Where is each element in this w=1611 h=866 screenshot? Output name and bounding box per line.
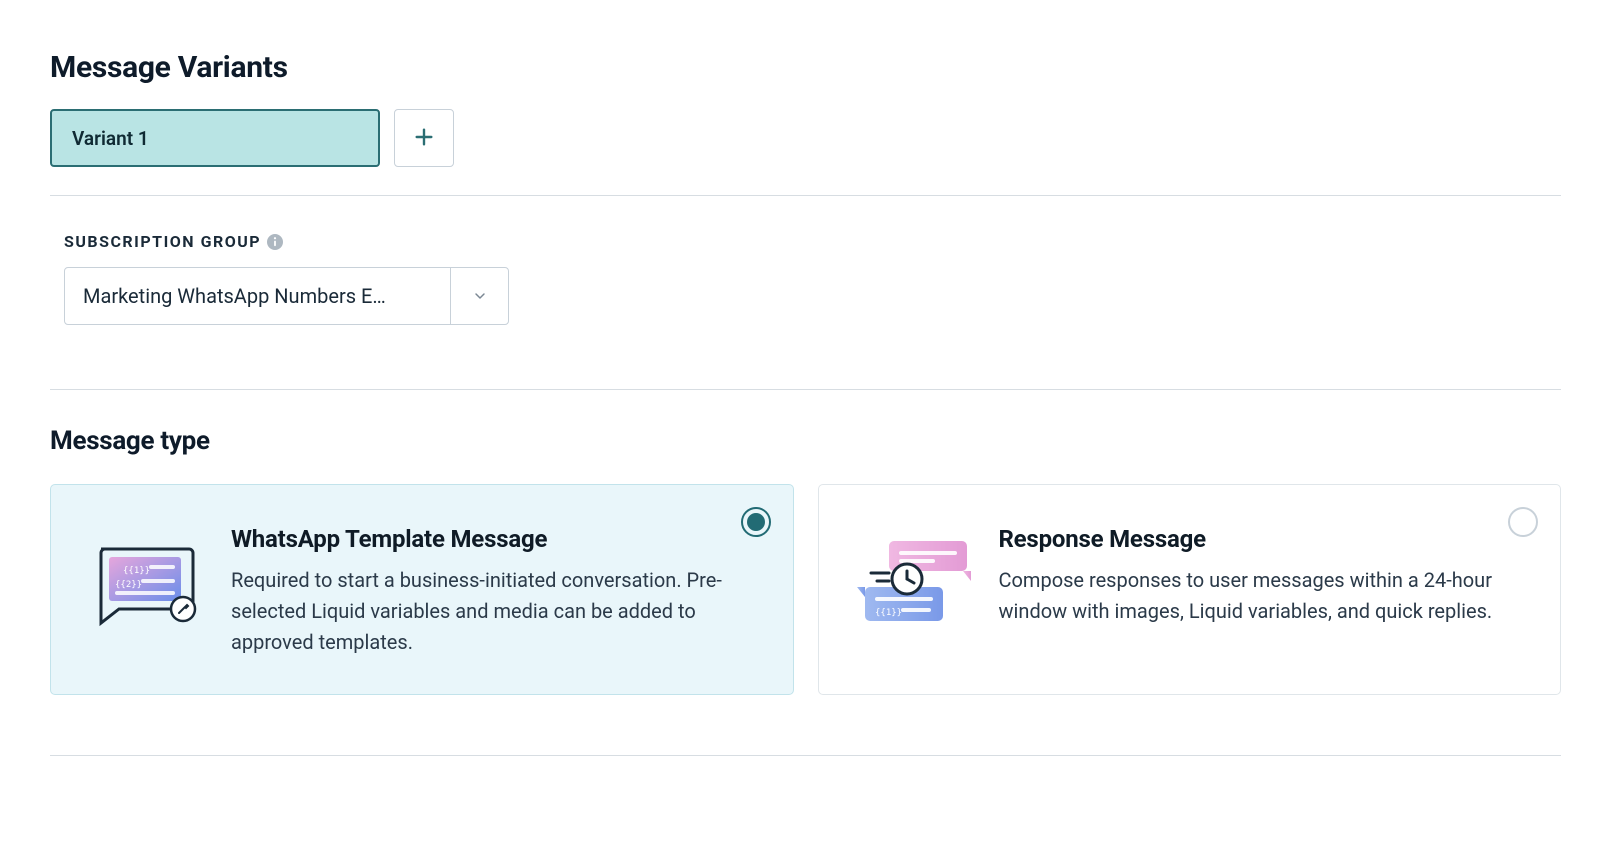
message-type-option-response[interactable]: {{1}} Response Message Compose responses…	[818, 484, 1562, 695]
svg-text:{{1}}: {{1}}	[123, 566, 150, 576]
card-description: Compose responses to user messages withi…	[999, 565, 1525, 627]
divider	[50, 755, 1561, 756]
subscription-group-label: SUBSCRIPTION GROUP	[64, 232, 261, 251]
divider	[50, 195, 1561, 196]
svg-text:{{1}}: {{1}}	[875, 608, 902, 618]
message-type-options: {{1}} {{2}} WhatsApp Template Message Re…	[50, 484, 1561, 695]
subscription-group-select[interactable]: Marketing WhatsApp Numbers E…	[64, 267, 509, 325]
radio-icon	[741, 507, 771, 537]
card-title: Response Message	[999, 525, 1525, 553]
variant-tab-1[interactable]: Variant 1	[50, 109, 380, 167]
plus-icon	[413, 126, 435, 151]
message-variants-heading: Message Variants	[50, 50, 1561, 85]
subscription-group-label-row: SUBSCRIPTION GROUP	[64, 232, 1561, 251]
chevron-down-icon	[450, 268, 508, 324]
template-message-icon: {{1}} {{2}}	[87, 521, 207, 641]
radio-icon	[1508, 507, 1538, 537]
message-type-heading: Message type	[50, 426, 1561, 456]
subscription-group-selected-value: Marketing WhatsApp Numbers E…	[65, 268, 450, 324]
svg-text:{{2}}: {{2}}	[115, 580, 142, 590]
variants-row: Variant 1	[50, 109, 1561, 167]
info-icon[interactable]	[267, 234, 283, 250]
add-variant-button[interactable]	[394, 109, 454, 167]
variant-tab-label: Variant 1	[72, 127, 149, 150]
divider	[50, 389, 1561, 390]
card-title: WhatsApp Template Message	[231, 525, 757, 553]
message-type-option-template[interactable]: {{1}} {{2}} WhatsApp Template Message Re…	[50, 484, 794, 695]
response-message-icon: {{1}}	[855, 521, 975, 641]
card-description: Required to start a business-initiated c…	[231, 565, 757, 658]
